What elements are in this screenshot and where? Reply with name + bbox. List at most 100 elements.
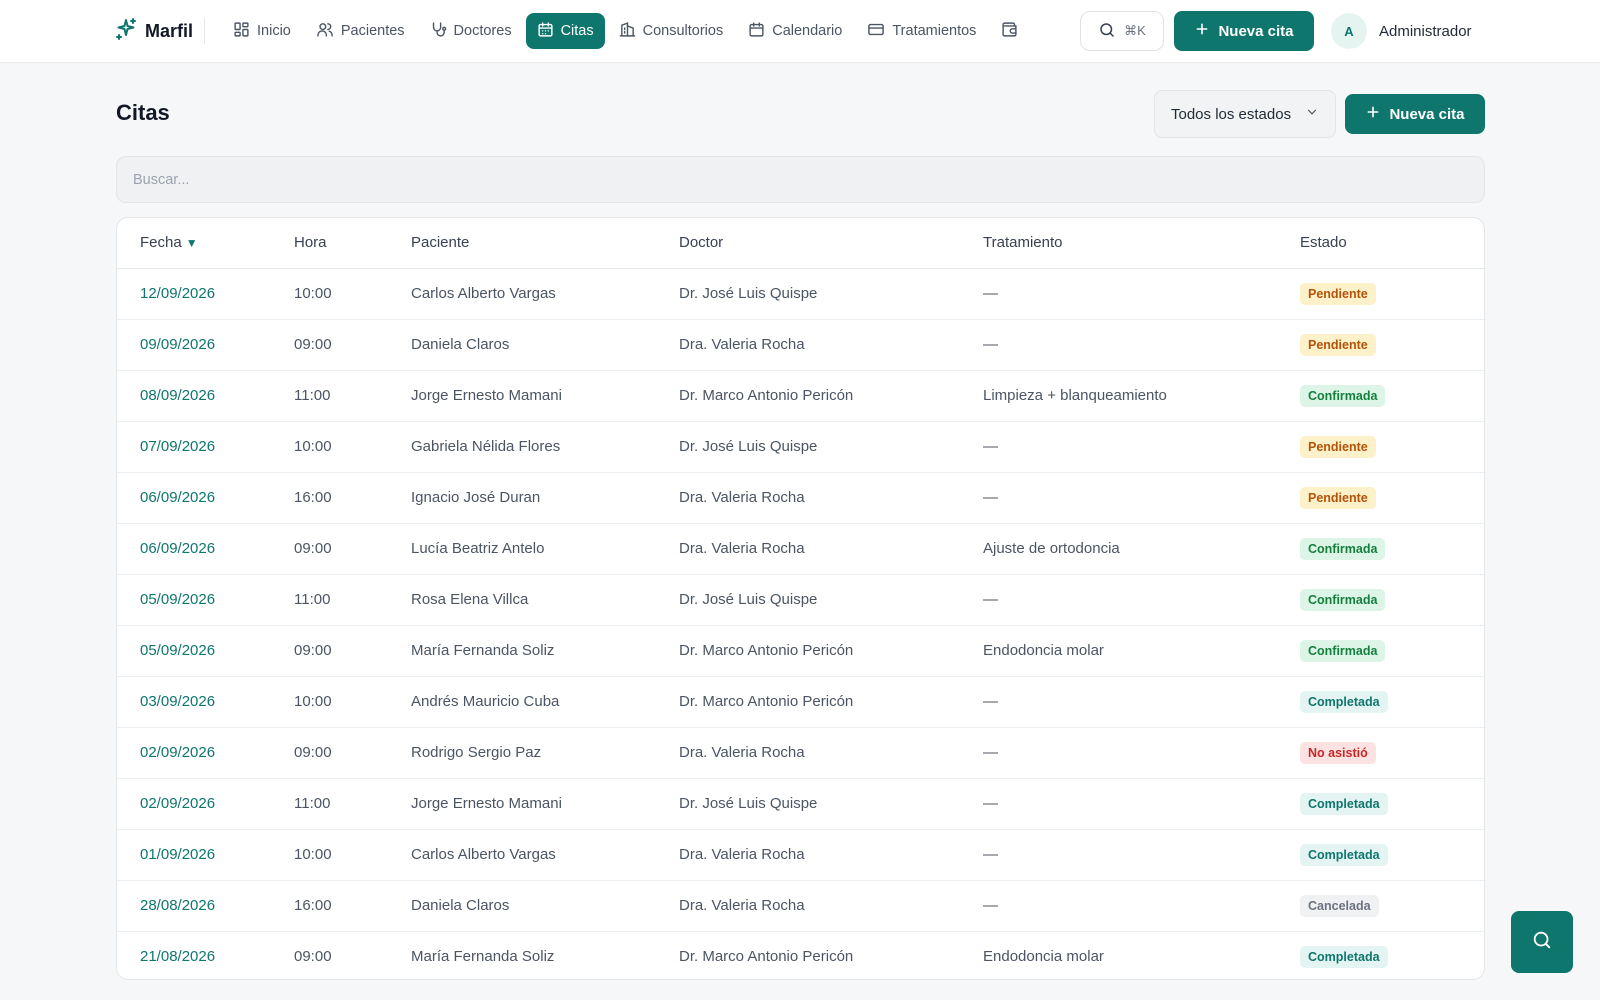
cell-date[interactable]: 06/09/2026 — [117, 472, 294, 524]
table-row[interactable]: 05/09/2026 11:00 Rosa Elena Villca Dr. José… — [117, 574, 1484, 626]
cell-doctor: Dra. Valeria Rocha — [679, 472, 983, 524]
cell-doctor: Dr. Marco Antonio Pericón — [679, 625, 983, 677]
nav-item-pacientes[interactable]: Pacientes — [305, 13, 416, 49]
cell-treatment: Limpieza + blanqueamiento — [983, 370, 1300, 422]
stethoscope-icon — [430, 21, 447, 42]
plus-icon — [1365, 104, 1381, 124]
cell-date[interactable]: 21/08/2026 — [117, 931, 294, 979]
cell-doctor: Dra. Valeria Rocha — [679, 523, 983, 575]
search-command-button[interactable]: ⌘K — [1080, 11, 1164, 51]
cell-date[interactable]: 01/09/2026 — [117, 829, 294, 881]
cell-treatment: Endodoncia molar — [983, 948, 1104, 966]
cell-date[interactable]: 28/08/2026 — [117, 880, 294, 932]
cell-status: Pendiente — [1300, 268, 1484, 320]
cell-status: Pendiente — [1300, 472, 1484, 524]
table-row[interactable]: 01/09/2026 10:00 Carlos Alberto Vargas Dra.… — [117, 829, 1484, 881]
cell-date[interactable]: 05/09/2026 — [117, 625, 294, 677]
cell-date[interactable]: 05/09/2026 — [117, 574, 294, 626]
cell-patient: Daniela Claros — [411, 880, 679, 932]
cell-status: Confirmada — [1300, 523, 1484, 575]
status-badge: Pendiente — [1300, 435, 1376, 458]
cell-time: 09:00 — [294, 523, 411, 575]
credit-card-icon — [867, 21, 885, 42]
table-row[interactable]: 02/09/2026 09:00 Rodrigo Sergio Paz Dra. Va… — [117, 727, 1484, 779]
search-input[interactable] — [116, 156, 1485, 203]
brand-name: Marfil — [145, 20, 194, 41]
calendar-grid-icon — [537, 21, 554, 42]
cell-date[interactable]: 06/09/2026 — [117, 523, 294, 575]
cell-time: 10:00 — [294, 421, 411, 473]
nav-label: Citas — [560, 23, 594, 39]
cell-status: Completada — [1300, 829, 1484, 881]
cell-treatment: — — [983, 676, 1300, 728]
nav-item-wallet[interactable] — [990, 13, 1029, 49]
cell-date[interactable]: 08/09/2026 — [117, 370, 294, 422]
cell-date[interactable]: 09/09/2026 — [117, 319, 294, 371]
column-header-status: Estado — [1300, 218, 1484, 269]
cell-status: Pendiente — [1300, 319, 1484, 371]
floating-search-button[interactable] — [1511, 911, 1573, 973]
cell-patient: Daniela Claros — [411, 319, 679, 371]
avatar: A — [1331, 13, 1367, 49]
column-header-time: Hora — [294, 218, 411, 269]
table-row[interactable]: 09/09/2026 09:00 Daniela Claros Dra. Valeri… — [117, 319, 1484, 371]
new-appointment-button-top[interactable]: Nueva cita — [1174, 11, 1314, 51]
cell-patient: María Fernanda Soliz — [411, 948, 555, 966]
nav-label: Doctores — [453, 23, 512, 39]
cell-status: Pendiente — [1300, 421, 1484, 473]
user-menu[interactable]: A Administrador — [1331, 13, 1472, 49]
cell-time: 16:00 — [294, 472, 411, 524]
status-badge: Confirmada — [1300, 639, 1386, 662]
cell-status: Completada — [1300, 676, 1484, 728]
nav-label: Calendario — [772, 23, 843, 39]
column-header-patient: Paciente — [411, 218, 679, 269]
nav-item-inicio[interactable]: Inicio — [222, 13, 302, 49]
cell-date[interactable]: 02/09/2026 — [117, 727, 294, 779]
column-header-date[interactable]: Fecha ▼ — [117, 218, 294, 269]
button-label: Nueva cita — [1389, 105, 1465, 123]
cell-doctor: Dr. José Luis Quispe — [679, 421, 983, 473]
table-row[interactable]: 06/09/2026 09:00 Lucía Beatriz Antelo Dra. … — [117, 523, 1484, 575]
cell-treatment: — — [983, 421, 1300, 473]
status-filter-select[interactable]: Todos los estados — [1154, 90, 1336, 138]
nav-item-doctores[interactable]: Doctores — [419, 13, 523, 49]
users-icon — [316, 21, 334, 42]
nav-label: Inicio — [257, 23, 291, 39]
table-row[interactable]: 28/08/2026 16:00 Daniela Claros Dra. Valeri… — [117, 880, 1484, 932]
cell-date[interactable]: 03/09/2026 — [117, 676, 294, 728]
cell-time: 09:00 — [294, 948, 332, 966]
cell-status: Completada — [1300, 931, 1484, 979]
table-row[interactable]: 05/09/2026 09:00 María Fernanda Soliz Dr. M… — [117, 625, 1484, 677]
cell-date[interactable]: 02/09/2026 — [117, 778, 294, 830]
cell-treatment: — — [983, 472, 1300, 524]
column-header-treatment: Tratamiento — [983, 218, 1300, 269]
status-badge: Completada — [1300, 792, 1388, 815]
new-appointment-button[interactable]: Nueva cita — [1345, 94, 1485, 134]
table-row[interactable]: 12/09/2026 10:00 Carlos Alberto Vargas Dr. … — [117, 268, 1484, 320]
wallet-icon — [1001, 21, 1018, 42]
brand[interactable]: Marfil — [115, 17, 194, 44]
cell-patient: Jorge Ernesto Mamani — [411, 778, 679, 830]
table-row[interactable]: 06/09/2026 16:00 Ignacio José Duran Dra. Va… — [117, 472, 1484, 524]
cell-doctor: Dra. Valeria Rocha — [679, 880, 983, 932]
nav-label: Tratamientos — [892, 23, 977, 39]
shortcut-hint: ⌘K — [1124, 23, 1146, 38]
nav-item-tratamientos[interactable]: Tratamientos — [856, 13, 987, 49]
nav-item-citas[interactable]: Citas — [525, 13, 605, 49]
cell-date[interactable]: 12/09/2026 — [117, 268, 294, 320]
cell-treatment: — — [983, 727, 1300, 779]
cell-date[interactable]: 07/09/2026 — [117, 421, 294, 473]
cell-time: 11:00 — [294, 778, 411, 830]
table-row[interactable]: 02/09/2026 11:00 Jorge Ernesto Mamani Dr. J… — [117, 778, 1484, 830]
cell-time: 09:00 — [294, 727, 411, 779]
nav-item-consultorios[interactable]: Consultorios — [608, 13, 735, 49]
cell-patient: María Fernanda Soliz — [411, 625, 679, 677]
cell-doctor: Dr. Marco Antonio Pericón — [679, 676, 983, 728]
table-row[interactable]: 07/09/2026 10:00 Gabriela Nélida Flores Dr.… — [117, 421, 1484, 473]
status-badge: Cancelada — [1300, 894, 1379, 917]
table-row[interactable]: 08/09/2026 11:00 Jorge Ernesto Mamani Dr. M… — [117, 370, 1484, 422]
table-row[interactable]: 21/08/2026 09:00 María Fernanda Soliz Dr. M… — [117, 931, 1484, 979]
nav-item-calendario[interactable]: Calendario — [737, 13, 853, 49]
table-row[interactable]: 03/09/2026 10:00 Andrés Mauricio Cuba Dr. M… — [117, 676, 1484, 728]
column-header-doctor: Doctor — [679, 218, 983, 269]
